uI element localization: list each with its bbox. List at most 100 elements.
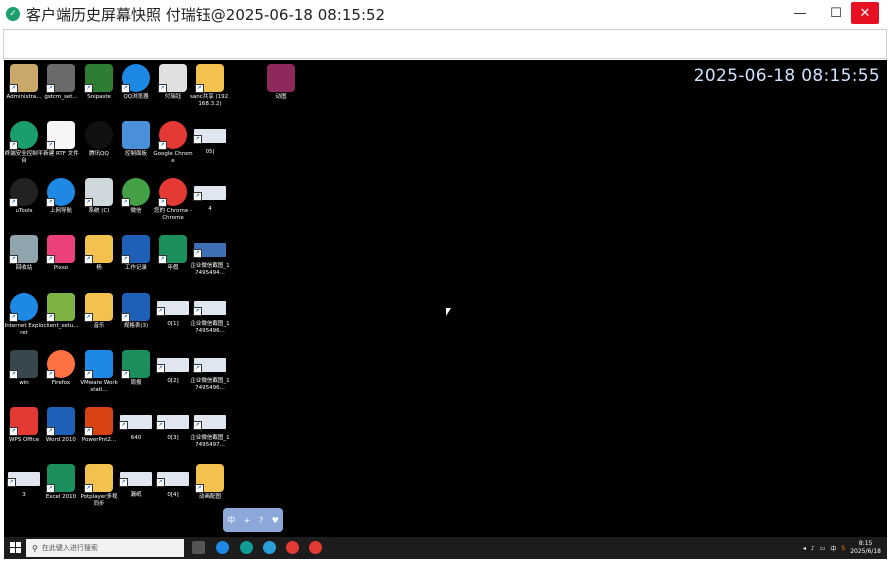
desktop-icon[interactable]: ↗ 企业微信截图_17495496... bbox=[190, 350, 230, 392]
maximize-button[interactable]: ☐ bbox=[822, 2, 850, 24]
desktop-icon[interactable]: ↗ sanc共享 (192.168.3.2) bbox=[190, 64, 230, 108]
shortcut-arrow-icon: ↗ bbox=[121, 198, 130, 207]
desktop-icon[interactable]: ↗ 3 bbox=[4, 464, 44, 499]
start-button[interactable] bbox=[10, 542, 21, 553]
desktop-icon[interactable]: ↗ 新建 RTF 文件 bbox=[41, 121, 81, 158]
desktop-icon[interactable]: ↗ 回收站 bbox=[4, 235, 44, 272]
desktop-icon[interactable]: ↗ 微信 bbox=[116, 178, 156, 215]
ime-icon[interactable]: S bbox=[841, 545, 845, 552]
desktop-icon[interactable]: 动图 bbox=[261, 64, 301, 101]
desktop-icon[interactable]: ↗ 音乐 bbox=[79, 293, 119, 330]
desktop-icon[interactable]: ↗ 动画配图 bbox=[190, 464, 230, 501]
pixso-icon: ↗ bbox=[46, 235, 75, 264]
desktop-icon[interactable]: ↗ Administra... bbox=[4, 64, 44, 101]
desktop-icon[interactable]: 腾讯QQ bbox=[79, 121, 119, 158]
toolbar-strip bbox=[3, 29, 887, 59]
desktop-icon[interactable]: 控制面板 bbox=[116, 121, 156, 158]
ime-item[interactable]: ♥ bbox=[272, 516, 279, 525]
desktop-icon[interactable]: ↗ 企业微信截图_17495496... bbox=[190, 293, 230, 335]
desktop-icon[interactable]: ↗ 企业微信截图_17495497... bbox=[190, 407, 230, 449]
desktop-icon[interactable]: ↗ 0[4] bbox=[153, 464, 193, 499]
chrome-taskbar-icon[interactable] bbox=[309, 541, 322, 554]
taskbar-search-input[interactable]: ⚲ 在此键入进行搜索 bbox=[26, 539, 184, 557]
desktop-icon[interactable]: ↗ Google Chrome bbox=[153, 121, 193, 165]
shortcut-arrow-icon: ↗ bbox=[46, 484, 55, 493]
ime-item[interactable]: ? bbox=[259, 516, 263, 525]
desktop-icon[interactable]: ↗ 4 bbox=[190, 178, 230, 213]
ime-indicator[interactable]: 中 bbox=[830, 544, 836, 553]
desktop-icon[interactable]: ↗ win bbox=[4, 350, 44, 387]
tray-arrow-icon[interactable]: ◂ bbox=[803, 545, 806, 552]
desktop-icon[interactable]: ↗ 工作记录 bbox=[116, 235, 156, 272]
desktop-icon-label: client_setu... bbox=[43, 323, 79, 329]
desktop-icon[interactable]: ↗ 周报 bbox=[116, 350, 156, 387]
desktop-icon[interactable]: ↗ 0[1] bbox=[153, 293, 193, 328]
desktop-icon[interactable]: ↗ 您的 Chrome - Chrome bbox=[153, 178, 193, 222]
desktop-icon[interactable]: ↗ 年假 bbox=[153, 235, 193, 272]
shared-folder-icon: ↗ bbox=[195, 64, 224, 93]
desktop-icon[interactable]: ↗ 规格表(3) bbox=[116, 293, 156, 330]
shortcut-arrow-icon: ↗ bbox=[46, 427, 55, 436]
desktop-icon-label: QQ浏览器 bbox=[123, 94, 149, 100]
qq-browser-taskbar-icon[interactable] bbox=[216, 541, 229, 554]
desktop-icon[interactable]: ↗ WPS Office bbox=[4, 407, 44, 444]
desktop-icon-label: 系统 (C) bbox=[88, 208, 110, 214]
network-icon[interactable]: ▭ bbox=[820, 545, 826, 552]
desktop-icon-label: sanc共享 (192.168.3.2) bbox=[190, 94, 230, 107]
desktop-icon[interactable]: ↗ Excel 2010 bbox=[41, 464, 81, 501]
desktop-icon[interactable]: ↗ Internet Explorer bbox=[4, 293, 44, 337]
desktop-icon[interactable]: ↗ Snipaste bbox=[79, 64, 119, 101]
desktop-icon[interactable]: ↗ 企业微信截图_17495494... bbox=[190, 235, 230, 277]
desktop-clock: 2025-06-18 08:15:55 bbox=[693, 66, 880, 86]
chrome-taskbar-icon[interactable] bbox=[286, 541, 299, 554]
desktop-icon[interactable]: ↗ QQ浏览器 bbox=[116, 64, 156, 101]
desktop-icon[interactable]: ↗ 0[2] bbox=[153, 350, 193, 385]
desktop-icon[interactable]: ↗ 终端安全控制平台 bbox=[4, 121, 44, 165]
shortcut-arrow-icon: ↗ bbox=[46, 198, 55, 207]
desktop-icon-label: 0[4] bbox=[167, 492, 179, 498]
desktop-icon-label: Snipaste bbox=[87, 94, 111, 100]
edge-taskbar-icon[interactable] bbox=[240, 541, 253, 554]
ime-item[interactable]: 中 bbox=[227, 515, 235, 526]
document-icon: ↗ bbox=[158, 64, 187, 93]
desktop-icon-label: 动图 bbox=[275, 94, 287, 100]
desktop-icon[interactable]: ↗ 付瑞钰 bbox=[153, 64, 193, 101]
desktop-icon[interactable]: ↗ 640 bbox=[116, 407, 156, 442]
desktop-icon[interactable]: ↗ Pixso bbox=[41, 235, 81, 272]
desktop-icon[interactable]: ↗ 漏纸 bbox=[116, 464, 156, 499]
tray-clock[interactable]: 8:15 2025/6/18 bbox=[850, 540, 881, 556]
shortcut-arrow-icon: ↗ bbox=[193, 421, 202, 430]
screenshot-thumb-icon: ↗ bbox=[193, 186, 226, 201]
desktop-icon[interactable]: ↗ gstcm_set... bbox=[41, 64, 81, 101]
desktop-icon[interactable]: ↗ 上网导航 bbox=[41, 178, 81, 215]
desktop-icon-label: 0[3] bbox=[167, 435, 179, 441]
ime-toolbar[interactable]: 中 + ? ♥ bbox=[223, 508, 283, 532]
shortcut-arrow-icon: ↗ bbox=[9, 198, 18, 207]
desktop-icon[interactable]: ↗ 05| bbox=[190, 121, 230, 156]
desktop-icon[interactable]: ↗ Firefox bbox=[41, 350, 81, 387]
close-button[interactable]: ✕ bbox=[851, 2, 879, 24]
desktop-icon-label: Internet Explorer bbox=[4, 323, 44, 336]
shortcut-arrow-icon: ↗ bbox=[193, 135, 202, 144]
security-icon: ↗ bbox=[9, 121, 38, 150]
desktop-icon[interactable]: ↗ uTools bbox=[4, 178, 44, 215]
edge-taskbar-icon[interactable] bbox=[263, 541, 276, 554]
desktop-icon[interactable]: ↗ Potplayer多视同步 bbox=[79, 464, 119, 508]
control-panel-icon bbox=[122, 121, 150, 149]
desktop-icon-label: PowerPnt2... bbox=[81, 437, 117, 443]
desktop-icon[interactable]: ↗ 系统 (C) bbox=[79, 178, 119, 215]
desktop-icon[interactable]: ↗ client_setu... bbox=[41, 293, 81, 330]
shortcut-arrow-icon: ↗ bbox=[193, 364, 202, 373]
desktop-icon-label: 3 bbox=[22, 492, 26, 498]
task-view-icon[interactable] bbox=[192, 541, 205, 554]
ime-item[interactable]: + bbox=[244, 516, 251, 525]
minimize-button[interactable]: — bbox=[786, 2, 814, 24]
desktop-icon[interactable]: ↗ 0[3] bbox=[153, 407, 193, 442]
desktop-icon[interactable]: ↗ 杨 bbox=[79, 235, 119, 272]
desktop-icon[interactable]: ↗ VMware Workstati... bbox=[79, 350, 119, 394]
volume-icon[interactable]: ♪ bbox=[811, 545, 815, 552]
desktop-icon-label: 企业微信截图_17495494... bbox=[190, 263, 230, 276]
desktop-icon[interactable]: ↗ PowerPnt2... bbox=[79, 407, 119, 444]
spreadsheet-icon: ↗ bbox=[158, 235, 187, 264]
desktop-icon[interactable]: ↗ Word 2010 bbox=[41, 407, 81, 444]
